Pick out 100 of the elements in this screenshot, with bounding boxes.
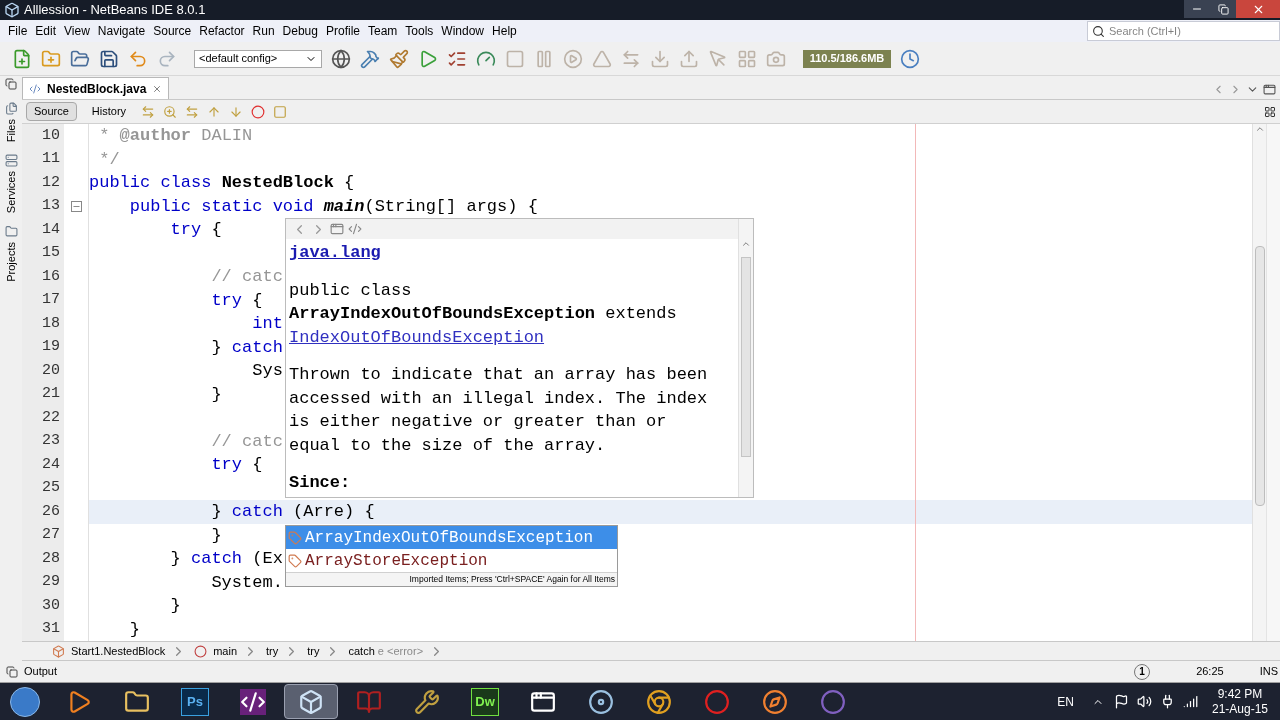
menu-item[interactable]: Refactor <box>195 22 249 40</box>
minimize-button[interactable] <box>1184 0 1210 18</box>
code-line: // catc <box>210 266 283 288</box>
menu-item[interactable]: Window <box>437 22 489 40</box>
code-line: int <box>251 313 283 335</box>
flag-icon[interactable] <box>1113 694 1129 709</box>
side-tab[interactable]: Services <box>2 171 20 214</box>
redo-icon[interactable] <box>157 48 177 69</box>
code-line: * @author DALIN <box>98 125 253 147</box>
method-icon <box>194 644 208 658</box>
grid-icon[interactable] <box>1264 105 1276 118</box>
panel-icon[interactable] <box>4 225 18 239</box>
taskbar-app-button[interactable]: Ps <box>168 684 222 719</box>
menu-item[interactable]: Run <box>248 22 279 40</box>
breadcrumb-item[interactable]: main <box>213 642 237 660</box>
app-logo-icon <box>4 2 20 18</box>
line-number: 19 <box>42 337 60 357</box>
breadcrumb-item[interactable]: try <box>307 642 320 660</box>
code-line: } <box>128 618 140 641</box>
open-browser-icon[interactable] <box>330 222 344 236</box>
taskbar-app-button[interactable]: Dw <box>458 684 512 719</box>
stop-macro-icon[interactable] <box>273 104 288 119</box>
description-text: Thrown to indicate that an array has been accessed with an illegal index. The index is either negative or greater than or equal to the size of the array. <box>289 364 709 457</box>
open-folder-icon[interactable] <box>70 48 90 69</box>
line-number: 21 <box>42 384 60 404</box>
breadcrumb-item[interactable]: Start1.NestedBlock <box>71 642 166 660</box>
step-over-icon[interactable] <box>621 48 641 69</box>
class-signature: ArrayIndexOutOfBoundsException extends <box>289 303 677 325</box>
superclass-link[interactable]: IndexOutOfBoundsException <box>289 325 545 349</box>
code-line: // catc <box>210 430 283 453</box>
view-tab[interactable]: Source <box>26 102 77 121</box>
side-tab[interactable]: Files <box>2 119 20 143</box>
search-icon <box>1092 24 1105 38</box>
record-macro-icon[interactable] <box>251 104 266 119</box>
search-field[interactable]: Search (Ctrl+I) <box>1087 21 1280 41</box>
globe-icon[interactable] <box>331 48 351 69</box>
vs-app-icon <box>240 688 266 715</box>
gc-icon[interactable] <box>900 48 920 69</box>
side-tab[interactable]: Projects <box>2 242 20 283</box>
tools-app-icon <box>414 688 440 715</box>
new-project-icon[interactable] <box>41 48 61 69</box>
panel-icon[interactable] <box>4 102 18 115</box>
speaker-icon[interactable] <box>1136 694 1152 709</box>
menu-item[interactable]: Profile <box>322 22 364 40</box>
menu-item[interactable]: Edit <box>31 22 61 40</box>
search-input[interactable]: Search (Ctrl+I) <box>1109 22 1269 40</box>
run-to-cursor-icon[interactable] <box>708 48 728 69</box>
editor-tab[interactable]: NestedBlock.java <box>22 77 170 99</box>
menu-item[interactable]: File <box>4 22 32 40</box>
code-line: } <box>210 524 222 547</box>
panel-icon[interactable] <box>4 154 18 168</box>
output-tab[interactable]: Output <box>24 663 58 680</box>
breadcrumb-item[interactable]: catch e <error> <box>348 642 424 660</box>
restore-window-icon[interactable] <box>5 78 17 90</box>
maximize-button[interactable] <box>1210 0 1236 18</box>
package-link[interactable]: java.lang <box>289 241 381 265</box>
code-line: try { <box>210 454 263 476</box>
config-dropdown[interactable]: <default config> <box>194 49 322 68</box>
save-all-icon[interactable] <box>99 48 119 69</box>
previous-bookmark-icon[interactable] <box>207 104 222 119</box>
memory-meter[interactable]: 110.5/186.6MB <box>803 49 891 68</box>
run-icon[interactable] <box>418 48 438 69</box>
clean-build-icon[interactable] <box>389 48 409 69</box>
continue-icon[interactable] <box>563 48 583 69</box>
scroll-up-icon[interactable] <box>1254 124 1265 134</box>
close-icon[interactable] <box>152 83 163 94</box>
start-button[interactable] <box>10 686 40 717</box>
restore-window-icon[interactable] <box>6 665 18 678</box>
pause-icon[interactable] <box>534 48 554 69</box>
menu-item[interactable]: Source <box>149 22 196 40</box>
menu-item[interactable]: Debug <box>278 22 322 40</box>
language-indicator[interactable]: EN <box>1057 692 1074 711</box>
find-icon[interactable] <box>163 104 178 119</box>
step-into-icon[interactable] <box>650 48 670 69</box>
vertical-scrollbar[interactable] <box>1252 124 1266 641</box>
menu-item[interactable]: View <box>60 22 94 40</box>
clock-time[interactable]: 9:42 PM <box>1217 686 1263 702</box>
go-to-source-icon[interactable] <box>348 222 362 236</box>
undo-icon[interactable] <box>128 48 148 69</box>
menu-item[interactable]: Tools <box>401 22 438 40</box>
signal-icon[interactable] <box>1182 694 1198 709</box>
hammer-icon[interactable] <box>360 48 380 69</box>
breadcrumb-item[interactable]: try <box>266 642 279 660</box>
scroll-up-icon[interactable] <box>741 239 751 249</box>
menu-item[interactable]: Help <box>488 22 521 40</box>
menu-item[interactable]: Team <box>364 22 402 40</box>
clock-date[interactable]: 21-Aug-15 <box>1211 701 1268 717</box>
maximize-panel-icon[interactable] <box>1263 83 1276 96</box>
popup-scrollbar[interactable] <box>738 219 753 497</box>
new-file-icon[interactable] <box>12 48 32 69</box>
dreamweaver-icon: Dw <box>471 687 499 716</box>
step-out-icon[interactable] <box>679 48 699 69</box>
window-title: Alllession - NetBeans IDE 8.0.1 <box>24 1 206 20</box>
close-button[interactable] <box>1236 0 1280 18</box>
photoshop-icon: Ps <box>181 687 209 716</box>
stop-icon[interactable] <box>505 48 525 69</box>
view-tab[interactable]: History <box>84 102 134 121</box>
fold-toggle-icon[interactable] <box>70 200 82 212</box>
menu-item[interactable]: Navigate <box>93 22 150 40</box>
code-line: try { <box>210 289 263 312</box>
